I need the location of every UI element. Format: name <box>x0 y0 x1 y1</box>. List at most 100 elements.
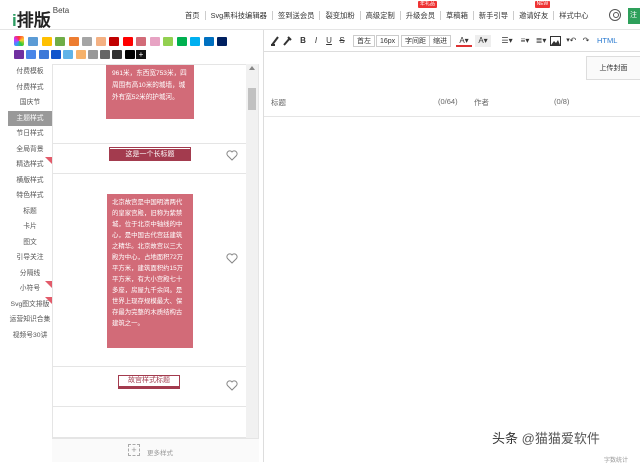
nav-badge: NEW <box>534 1 551 8</box>
category-item[interactable]: 横版样式 <box>8 173 52 189</box>
category-item[interactable]: 节日样式 <box>8 126 52 142</box>
more-format-icon[interactable]: ≣▾ <box>534 35 548 47</box>
nav-item[interactable]: 邀请好友 NEW <box>514 1 555 20</box>
align-icon[interactable]: ≡▾ <box>518 35 532 47</box>
category-item[interactable]: 分隔线 <box>8 266 52 282</box>
strikethrough-button[interactable]: S <box>337 35 347 47</box>
heart-icon[interactable] <box>226 253 238 264</box>
style-card[interactable]: 故宫样式标题 <box>53 367 247 407</box>
color-swatch[interactable] <box>100 50 111 59</box>
image-icon[interactable] <box>550 36 561 46</box>
nav-item[interactable]: 高级定制 <box>361 11 401 20</box>
format-brush-icon[interactable] <box>282 35 292 47</box>
heart-icon[interactable] <box>226 380 238 391</box>
color-swatch[interactable] <box>122 37 133 46</box>
category-item[interactable]: 主题样式 <box>8 110 52 126</box>
style-card[interactable]: 这是一个长标题 <box>53 144 247 174</box>
logo[interactable]: i排版Beta <box>12 6 69 31</box>
heart-icon[interactable] <box>226 150 238 161</box>
top-bar: i排版Beta 首页 Svg黑科技编辑器 签到送会员 裂变加粉 高级定制 升级会员 年礼品草… <box>0 0 640 30</box>
color-swatch[interactable] <box>109 37 119 46</box>
color-swatch[interactable] <box>217 37 227 46</box>
indent-left-button[interactable]: 首左 <box>353 35 375 47</box>
underline-button[interactable]: U <box>324 35 334 47</box>
green-button[interactable]: 注 <box>628 8 640 24</box>
category-item[interactable]: 标题 <box>8 204 52 220</box>
color-swatch[interactable] <box>163 37 173 46</box>
upload-cover-button[interactable]: 上传封面 <box>586 56 640 80</box>
color-swatch[interactable] <box>136 37 146 46</box>
more-styles-bar[interactable]: + 更多样式 <box>52 438 259 462</box>
category-item[interactable]: 特色样式 <box>8 188 52 204</box>
color-swatch[interactable] <box>75 50 86 59</box>
category-item[interactable]: 运营知识合集 <box>8 312 52 328</box>
color-swatch[interactable] <box>41 37 52 46</box>
eraser-icon[interactable] <box>270 35 280 47</box>
nav-item[interactable]: 裂变加粉 <box>320 11 361 20</box>
add-color-button[interactable]: + <box>136 50 146 59</box>
title-label[interactable]: 标题 <box>271 97 286 108</box>
color-swatch[interactable] <box>149 37 160 46</box>
font-size-select[interactable]: 16px <box>376 35 400 47</box>
color-swatch[interactable] <box>55 37 65 46</box>
card-text-block: 961米，东西宽753米，四周围有高10米的城墙，城外有宽52米的护城河。 <box>106 65 194 119</box>
style-card[interactable]: 北京故宫是中国明清两代的皇家宫殿，旧称为紫禁城，位于北京中轴线的中心，是中国古代… <box>53 174 247 367</box>
nav-item[interactable]: 签到送会员 <box>273 11 321 20</box>
corner-flag-icon <box>45 296 52 304</box>
redo-icon[interactable]: ↷ <box>580 35 592 47</box>
color-swatch[interactable] <box>68 37 79 46</box>
color-picker-icon[interactable] <box>14 36 24 46</box>
nav-item[interactable]: 样式中心 <box>554 11 593 20</box>
color-swatch[interactable] <box>50 50 61 59</box>
category-item[interactable]: 卡片 <box>8 219 52 235</box>
list-icon[interactable]: ☰▾ <box>500 35 514 47</box>
category-item[interactable]: 视频号30讲 <box>8 328 52 344</box>
category-list: 付费模板 付费样式 国庆节 主题样式 节日样式 全局背景 精选样式 横版样式 特色样式 标题 卡片图… <box>8 64 52 354</box>
color-swatch[interactable] <box>124 50 135 59</box>
article-fields: 标题 (0/64) 作者 (0/8) <box>264 82 640 117</box>
color-swatch[interactable] <box>112 50 123 59</box>
main-nav: 首页 Svg黑科技编辑器 签到送会员 裂变加粉 高级定制 升级会员 年礼品 草稿箱 新手引导 邀请… <box>180 1 593 20</box>
color-swatch[interactable] <box>95 37 106 46</box>
nav-item[interactable]: Svg黑科技编辑器 <box>206 11 273 20</box>
italic-button[interactable]: I <box>311 35 321 47</box>
category-item[interactable]: 小符号 <box>8 281 52 297</box>
html-button[interactable]: HTML <box>597 35 617 47</box>
user-icon[interactable] <box>609 9 621 21</box>
category-item[interactable]: Svg图文排版 <box>8 296 52 313</box>
category-item[interactable]: 国庆节 <box>8 95 52 111</box>
category-item[interactable]: 付费模板 <box>8 64 52 80</box>
category-item[interactable]: 图文 <box>8 235 52 251</box>
scroll-up-icon[interactable] <box>249 66 255 70</box>
nav-item[interactable]: 升级会员 年礼品 <box>401 1 441 20</box>
color-swatch[interactable] <box>82 37 92 46</box>
content-scrollbar[interactable] <box>246 64 258 438</box>
category-item[interactable]: 精选样式 <box>8 157 52 173</box>
bg-color-icon[interactable]: A▾ <box>475 35 491 47</box>
nav-item[interactable]: 首页 <box>180 11 206 20</box>
color-swatch[interactable] <box>87 50 98 59</box>
category-item[interactable]: 引导关注 <box>8 250 52 266</box>
color-swatch[interactable] <box>176 37 187 46</box>
color-swatch[interactable] <box>26 50 37 59</box>
nav-item[interactable]: 新手引导 <box>474 11 515 20</box>
author-label[interactable]: 作者 <box>474 97 489 108</box>
plus-icon[interactable]: + <box>128 444 140 456</box>
category-item[interactable]: 全局背景 <box>8 142 52 158</box>
author-count: (0/8) <box>554 97 570 106</box>
color-swatch[interactable] <box>28 37 38 46</box>
style-card[interactable]: 961米，东西宽753米，四周围有高10米的城墙，城外有宽52米的护城河。 <box>53 65 247 144</box>
font-color-icon[interactable]: A▾ <box>456 35 472 47</box>
color-swatch[interactable] <box>38 50 49 59</box>
color-swatch[interactable] <box>190 37 200 46</box>
category-item[interactable]: 付费样式 <box>8 80 52 96</box>
letter-spacing-button[interactable]: 字间距 <box>401 35 430 47</box>
undo-icon[interactable]: ↶ <box>567 35 579 47</box>
color-swatch[interactable] <box>14 50 24 59</box>
bold-button[interactable]: B <box>298 35 308 47</box>
color-swatch[interactable] <box>203 37 214 46</box>
scroll-thumb[interactable] <box>248 88 256 110</box>
nav-item[interactable]: 草稿箱 <box>441 11 474 20</box>
line-indent-button[interactable]: 缩进 <box>429 35 451 47</box>
color-swatch[interactable] <box>63 50 74 59</box>
